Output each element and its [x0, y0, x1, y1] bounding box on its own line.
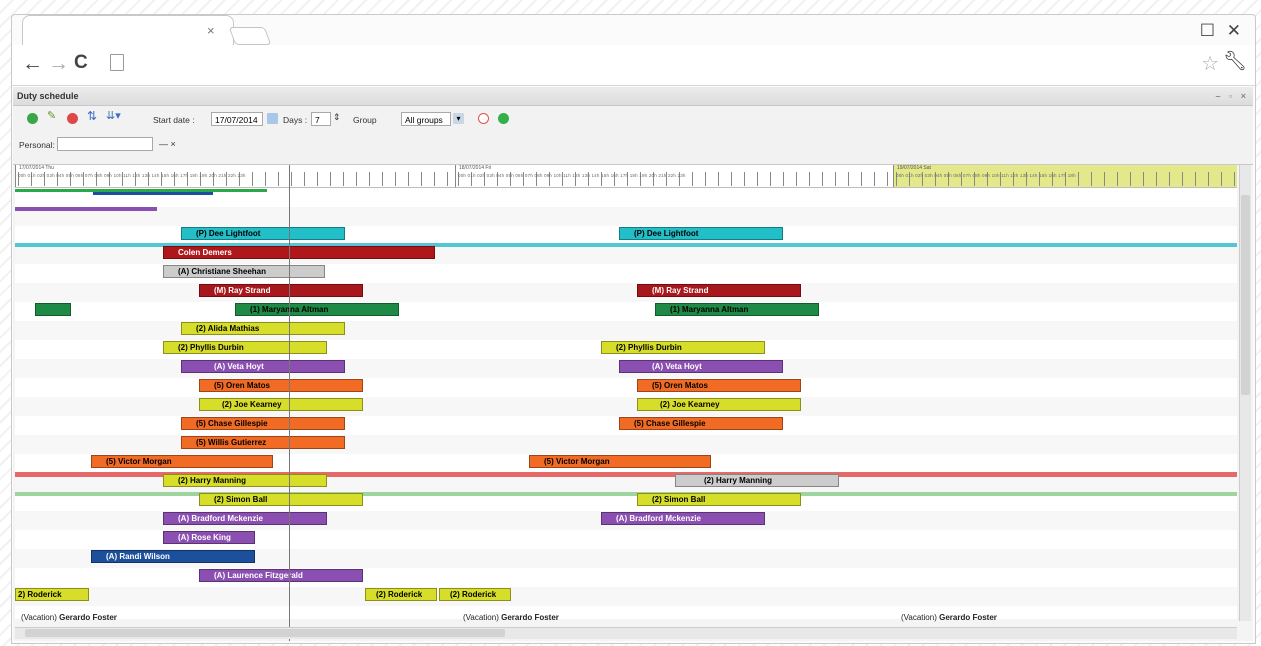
start-date-input[interactable]: 17/07/2014 — [211, 112, 263, 126]
app-titlebar: Duty schedule – ▫ × — [13, 87, 1253, 106]
tab-shape — [22, 15, 234, 46]
day-column-2: 18/07/2014 Fri 00h 01h 02h 03h 04h 05h 06… — [455, 165, 893, 187]
shift-bar[interactable]: (A) Bradford Mckenzie — [163, 512, 327, 525]
personal-clear-icon[interactable]: — × — [159, 139, 176, 149]
vacation-entry[interactable]: (Vacation) Gerardo Foster — [463, 613, 559, 622]
address-bar[interactable]: ☆ 🔧︎ — [104, 51, 1247, 75]
vacation-name: Gerardo Foster — [501, 613, 559, 622]
schedule-controls: ✎ ⇅ ⇊▾ Start date : 17/07/2014 Days : 7 … — [13, 106, 1253, 165]
shift-bar[interactable]: (P) Dee Lightfoot — [619, 227, 783, 240]
days-stepper[interactable]: 7 — [311, 112, 331, 126]
schedule-grid: (P) Dee Lightfoot (P) Dee Lightfoot Cole… — [15, 188, 1237, 619]
shift-bar[interactable]: (2) Simon Ball — [637, 493, 801, 506]
shift-bar[interactable]: (2) Joe Kearney — [199, 398, 363, 411]
shift-bar[interactable]: (A) Rose King — [163, 531, 255, 544]
vertical-scrollbar[interactable] — [1239, 165, 1251, 621]
shift-bar[interactable]: (2) Joe Kearney — [637, 398, 801, 411]
shift-bar[interactable]: (5) Chase Gillespie — [619, 417, 783, 430]
shift-bar[interactable]: (2) Simon Ball — [199, 493, 363, 506]
top-summary-line-purple — [15, 207, 157, 211]
shift-bar[interactable]: (2) Alida Mathias — [181, 322, 345, 335]
wrench-menu-icon[interactable]: 🔧︎ — [1223, 49, 1247, 73]
shift-bar[interactable]: (A) Christiane Sheehan — [163, 265, 325, 278]
shift-bar[interactable]: (5) Oren Matos — [199, 379, 363, 392]
shift-bar[interactable]: (5) Victor Morgan — [91, 455, 273, 468]
horizontal-scrollbar[interactable] — [15, 627, 1237, 639]
shift-bar[interactable]: (1) Maryanna Altman — [655, 303, 819, 316]
shift-bar[interactable]: (2) Harry Manning — [675, 474, 839, 487]
vacation-entry[interactable]: (Vacation) Gerardo Foster — [901, 613, 997, 622]
edit-icon[interactable]: ✎ — [47, 109, 58, 122]
app-title: Duty schedule — [17, 91, 79, 101]
back-icon[interactable]: ← — [22, 52, 43, 76]
current-time-line — [289, 165, 290, 641]
browser-toolbar: ← → C ☆ 🔧︎ — [12, 45, 1255, 86]
calendar-icon[interactable] — [267, 113, 278, 124]
browser-window: × ☐ ✕ ← → C ☆ 🔧︎ Duty schedule – ▫ × ✎ ⇅… — [11, 14, 1256, 644]
shift-bar[interactable]: Colen Demers — [163, 246, 435, 259]
day-column-3: 19/07/2014 Sat 00h 01h 02h 03h 04h 05h 06… — [893, 165, 1237, 187]
shift-bar[interactable]: (2) Roderick — [439, 588, 511, 601]
clear-icon[interactable] — [478, 113, 489, 124]
group-select[interactable]: All groups — [401, 112, 451, 126]
refresh-icon[interactable]: ⇅ — [87, 109, 98, 123]
vertical-scroll-thumb[interactable] — [1241, 195, 1250, 395]
vacation-name: Gerardo Foster — [939, 613, 997, 622]
horizontal-scroll-thumb[interactable] — [25, 629, 505, 637]
shift-bar[interactable]: (5) Oren Matos — [637, 379, 801, 392]
shift-bar[interactable]: (5) Victor Morgan — [529, 455, 711, 468]
shift-bar[interactable]: (1) Maryanna Altman — [235, 303, 399, 316]
shift-bar[interactable]: (M) Ray Strand — [637, 284, 801, 297]
shift-bar[interactable]: (P) Dee Lightfoot — [181, 227, 345, 240]
shift-bar[interactable]: (M) Ray Strand — [199, 284, 363, 297]
forward-icon[interactable]: → — [48, 52, 69, 76]
vacation-prefix: (Vacation) — [463, 613, 499, 622]
shift-bar[interactable]: (2) Roderick — [365, 588, 437, 601]
confirm-icon[interactable] — [498, 113, 509, 124]
shift-bar[interactable]: (A) Bradford Mckenzie — [601, 512, 765, 525]
shift-bar[interactable]: (5) Chase Gillespie — [181, 417, 345, 430]
reload-icon[interactable]: C — [74, 52, 88, 74]
day-column-1: 17/07/2014 Thu 00h 01h 02h 03h 04h 05h 06… — [15, 165, 455, 187]
personal-input[interactable] — [57, 137, 153, 151]
add-icon[interactable] — [27, 113, 38, 124]
shift-bar[interactable]: (A) Randi Wilson — [91, 550, 255, 563]
shift-bar[interactable]: (5) Willis Gutierrez — [181, 436, 345, 449]
shift-bar[interactable]: (A) Laurence Fitzgerald — [199, 569, 363, 582]
top-summary-line-blue — [93, 192, 213, 195]
vacation-name: Gerardo Foster — [59, 613, 117, 622]
vacation-entry[interactable]: (Vacation) Gerardo Foster — [21, 613, 117, 622]
close-window-icon[interactable]: ✕ — [1227, 21, 1241, 41]
panel-controls[interactable]: – ▫ × — [1216, 87, 1249, 105]
timeline-header: 17/07/2014 Thu 00h 01h 02h 03h 04h 05h 06… — [15, 165, 1237, 188]
shift-bar[interactable]: (2) Harry Manning — [163, 474, 327, 487]
restore-window-icon[interactable]: ☐ — [1200, 21, 1215, 41]
days-label: Days : — [283, 115, 308, 125]
tab-close-icon[interactable]: × — [207, 23, 215, 38]
start-date-label: Start date : — [153, 115, 195, 125]
export-dropdown-icon[interactable]: ⇊▾ — [106, 109, 130, 122]
group-dropdown-arrow-icon[interactable]: ▾ — [453, 113, 464, 124]
duty-schedule-app: Duty schedule – ▫ × ✎ ⇅ ⇊▾ Start date : … — [13, 87, 1253, 641]
shift-bar[interactable]: (2) Phyllis Durbin — [601, 341, 765, 354]
delete-icon[interactable] — [67, 113, 78, 124]
shift-bar[interactable]: (2) Phyllis Durbin — [163, 341, 327, 354]
bookmark-star-icon[interactable]: ☆ — [1201, 51, 1219, 76]
vacation-prefix: (Vacation) — [21, 613, 57, 622]
shift-bar[interactable]: 2) Roderick — [15, 588, 89, 601]
new-tab-button[interactable] — [228, 27, 272, 45]
vacation-prefix: (Vacation) — [901, 613, 937, 622]
stepper-arrows-icon[interactable]: ⇕ — [333, 112, 341, 123]
group-label: Group — [353, 115, 377, 125]
personal-label: Personal: — [19, 140, 55, 150]
page-icon — [110, 54, 124, 71]
shift-bar[interactable]: (A) Veta Hoyt — [181, 360, 345, 373]
shift-bar-short[interactable] — [35, 303, 71, 316]
shift-bar[interactable]: (A) Veta Hoyt — [619, 360, 783, 373]
